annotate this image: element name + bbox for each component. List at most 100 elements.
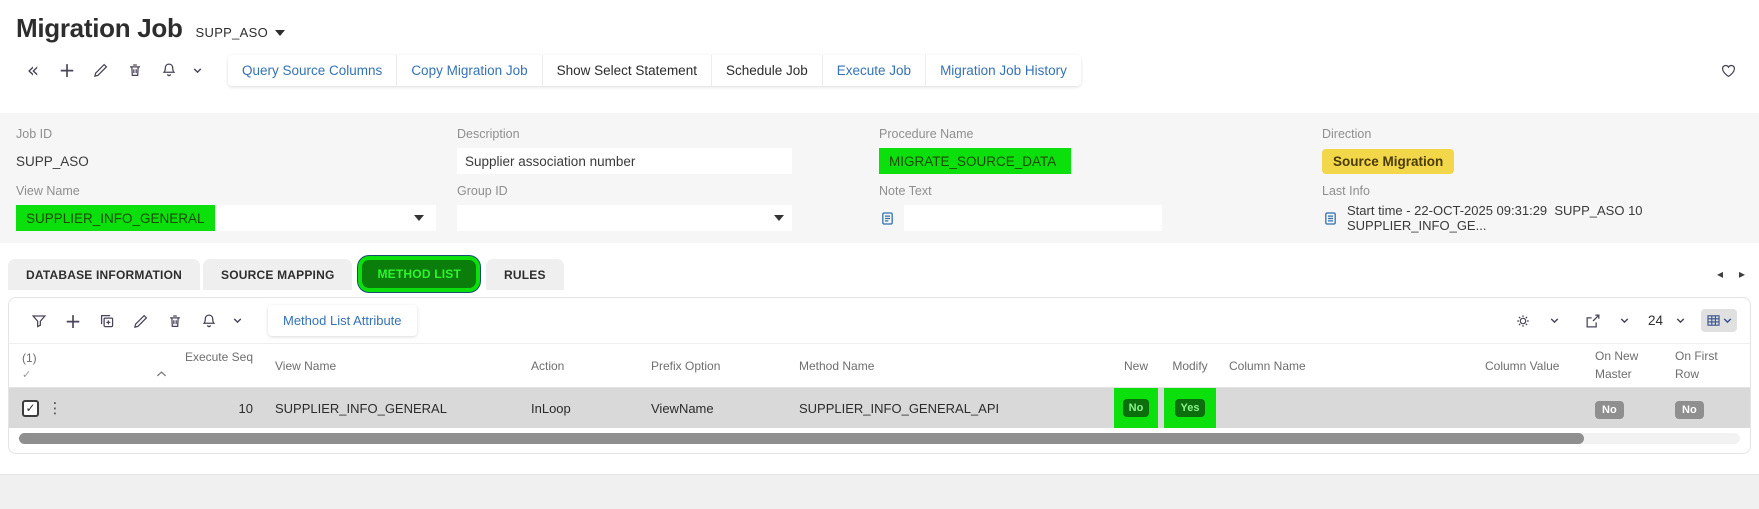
record-form: Job ID SUPP_ASO Description Supplier ass… [0,113,1759,243]
method-list-grid: + Method List Attribute 24 (1) ✓ Execute… [8,297,1751,454]
chevron-down-icon[interactable] [1538,306,1572,336]
note-text-input[interactable] [904,205,1162,231]
column-header-column-name[interactable]: Column Name [1219,359,1485,373]
tab-scroll-arrows: ◂ ▸ [1717,267,1745,281]
delete-trash-icon[interactable] [158,306,192,336]
favorite-heart-icon[interactable] [1711,55,1745,85]
tab-method-list[interactable]: METHOD LIST [362,260,477,288]
group-id-label: Group ID [457,184,508,198]
copy-migration-job-button[interactable]: Copy Migration Job [397,54,543,86]
chevron-down-icon [275,29,286,36]
chevron-down-icon [1723,318,1732,324]
command-button-group: Query Source Columns Copy Migration Job … [228,54,1081,86]
table-row[interactable]: ✓ ⋮ 10 SUPPLIER_INFO_GENERAL InLoop View… [9,388,1750,428]
tab-rules[interactable]: RULES [486,258,564,290]
cell-modify-highlight: Yes [1164,388,1216,428]
show-select-statement-button[interactable]: Show Select Statement [542,54,712,86]
view-name-label: View Name [16,184,80,198]
tab-database-information[interactable]: DATABASE INFORMATION [8,258,200,290]
description-value: Supplier association number [465,153,636,169]
method-list-attribute-button[interactable]: Method List Attribute [268,305,417,336]
selected-count-header[interactable]: (1) [22,351,37,365]
add-row-icon[interactable]: + [56,306,90,336]
description-label: Description [457,127,520,141]
column-header-prefix-option[interactable]: Prefix Option [651,359,799,373]
chevron-down-icon[interactable] [1663,306,1697,336]
query-source-columns-button[interactable]: Query Source Columns [228,54,398,86]
tab-scroll-left-icon[interactable]: ◂ [1717,267,1723,281]
tab-scroll-right-icon[interactable]: ▸ [1739,267,1745,281]
procedure-name-value[interactable]: MIGRATE_SOURCE_DATA [879,148,1071,174]
direction-label: Direction [1322,127,1372,141]
job-id-label: Job ID [16,127,53,141]
column-header-method-name[interactable]: Method Name [799,359,1111,373]
field-procedure-name: Procedure Name MIGRATE_SOURCE_DATA [879,127,1322,174]
view-name-select[interactable]: SUPPLIER_INFO_GENERAL [16,205,436,231]
view-name-value: SUPPLIER_INFO_GENERAL [16,205,215,231]
grid-toolbar-right: 24 [1506,306,1737,336]
horizontal-scrollbar-thumb[interactable] [19,433,1584,444]
migration-job-history-button[interactable]: Migration Job History [926,54,1081,86]
column-header-column-value[interactable]: Column Value [1485,359,1595,373]
field-view-name: View Name SUPPLIER_INFO_GENERAL [16,184,457,231]
last-info-value: Start time - 22-OCT-2025 09:31:29 SUPP_A… [1347,203,1643,233]
duplicate-icon[interactable] [90,306,124,336]
grid-toolbar: + Method List Attribute 24 [9,298,1750,343]
page-header: Migration Job SUPP_ASO [0,0,1759,44]
tab-source-mapping[interactable]: SOURCE MAPPING [203,258,353,290]
edit-pencil-icon[interactable] [84,55,118,85]
on-first-row-badge: No [1675,400,1704,419]
note-text-label: Note Text [879,184,932,198]
footer-band [0,474,1759,509]
modify-badge: Yes [1174,399,1206,417]
column-header-action[interactable]: Action [531,359,651,373]
page-title: Migration Job [16,13,183,43]
delete-trash-icon[interactable] [118,55,152,85]
info-document-icon[interactable] [1322,210,1339,227]
group-id-select[interactable] [457,205,792,231]
sort-ascending-icon[interactable] [69,367,253,381]
table-grid-icon [1707,315,1720,326]
entity-selector[interactable]: SUPP_ASO [195,25,286,40]
tab-bar: DATABASE INFORMATION SOURCE MAPPING METH… [8,258,1745,290]
direction-badge: Source Migration [1322,148,1455,174]
cell-view-name: SUPPLIER_INFO_GENERAL [275,400,447,416]
new-badge: No [1122,399,1150,417]
field-group-id: Group ID [457,184,879,231]
cell-new-highlight: No [1114,388,1158,428]
export-share-icon[interactable] [1576,306,1610,336]
row-kebab-menu-icon[interactable]: ⋮ [48,399,63,417]
entity-name: SUPP_ASO [195,25,269,40]
chevron-down-icon[interactable] [1608,306,1642,336]
cell-action: InLoop [531,400,571,416]
description-input[interactable]: Supplier association number [457,148,792,174]
column-header-on-first-row[interactable]: On First Row [1675,348,1737,383]
procedure-name-label: Procedure Name [879,127,974,141]
grid-header-row: (1) ✓ Execute Seq View Name Action Prefi… [9,343,1750,388]
edit-pencil-icon[interactable] [124,306,158,336]
field-direction: Direction Source Migration [1322,127,1743,174]
select-all-check-icon[interactable]: ✓ [22,368,31,381]
horizontal-scrollbar-track[interactable] [19,433,1740,444]
column-header-modify[interactable]: Modify [1161,359,1219,373]
field-job-id: Job ID SUPP_ASO [16,127,457,174]
note-document-icon[interactable] [879,210,896,227]
grid-view-toggle[interactable] [1701,309,1737,332]
column-header-execute-seq[interactable]: Execute Seq [185,350,253,364]
cell-method-name: SUPPLIER_INFO_GENERAL_API [799,400,1000,416]
settings-gear-icon[interactable] [1506,306,1540,336]
column-header-new[interactable]: New [1111,359,1161,373]
column-header-view-name[interactable]: View Name [263,359,531,373]
add-icon[interactable]: + [50,55,84,85]
column-header-on-new-master[interactable]: On New Master [1595,348,1675,383]
filter-funnel-icon[interactable] [22,306,56,336]
schedule-job-button[interactable]: Schedule Job [711,54,823,86]
collapse-icon[interactable]: « [16,55,50,85]
row-checkbox-checked[interactable]: ✓ [22,399,39,417]
execute-job-button[interactable]: Execute Job [822,54,927,86]
chevron-down-icon[interactable] [180,55,214,85]
chevron-down-icon[interactable] [414,215,424,221]
chevron-down-icon[interactable] [220,306,254,336]
last-info-label: Last Info [1322,184,1370,198]
chevron-down-icon[interactable] [774,215,784,221]
